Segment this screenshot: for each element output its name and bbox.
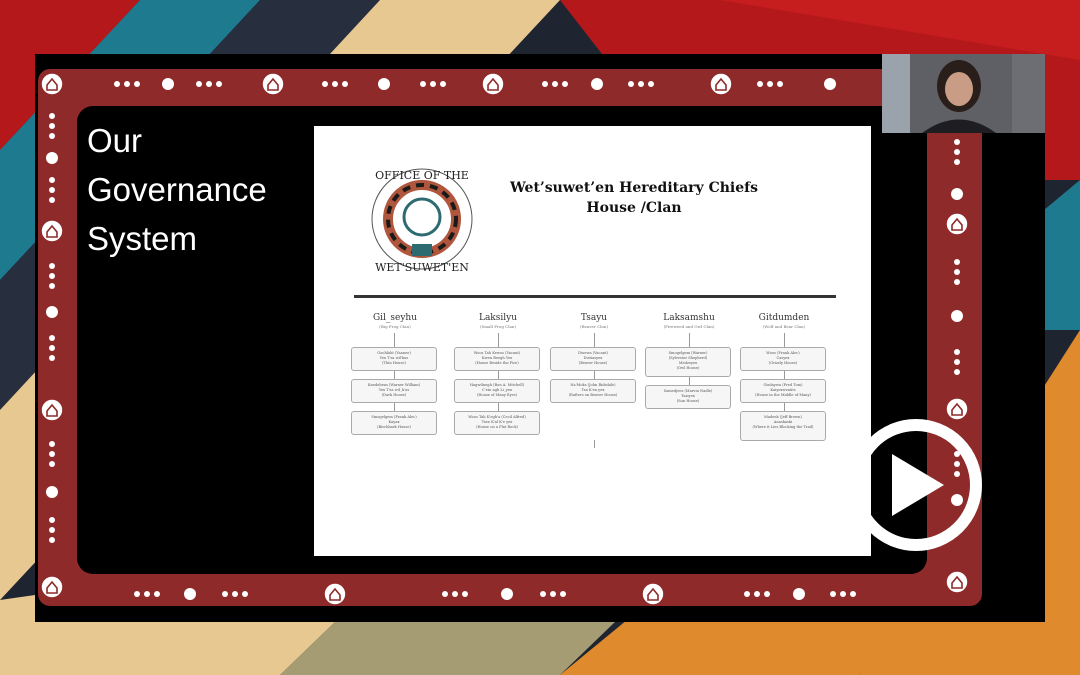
clan-column-gilseyhu: Gil_seyhu (Big Frog Clan)	[351, 313, 439, 329]
clan-name: Tsayu	[580, 313, 608, 323]
clan-name: Gitdumden	[758, 313, 810, 323]
play-button[interactable]	[848, 410, 984, 560]
clan-name: Gil_seyhu	[372, 313, 418, 323]
house-box: Gisdaywa (Fred Tom) Kaiyexweniits (House…	[740, 379, 826, 403]
connector-line	[594, 440, 595, 448]
clan-subtitle: (Small Frog Clan)	[479, 324, 517, 329]
clan-subtitle: (Fireweed and Owl Clan)	[663, 324, 715, 329]
clan-name: Laksilyu	[478, 313, 518, 323]
clan-name: Laksamshu	[663, 313, 715, 323]
house-box: Samedjeez (Marvin Nadle) Tsaiyex (Sun Ho…	[645, 385, 731, 409]
house-box: Na'Moks (John Ridsdale) Tsa K'en yex (Ra…	[550, 379, 636, 403]
clan-subtitle: (Big Frog Clan)	[379, 324, 411, 329]
connector-line	[394, 333, 395, 419]
house-box: Woos Tah Kewos (Vacant) Kwen Beegh Yex (…	[454, 347, 540, 371]
house-box: Woos (Frank Alec) Casyex (Grizzly House)	[740, 347, 826, 371]
speaker-webcam	[882, 54, 1045, 133]
connector-line	[784, 333, 785, 419]
house-box: Goohlaht (Yaanee) Yex T'sa wil'kus (Thin…	[351, 347, 437, 371]
clan-subtitle: (Beaver Clan)	[580, 324, 608, 329]
document-title: Wet’suwet’en Hereditary Chiefs House /Cl…	[509, 180, 759, 216]
clan-column-tsayu: Tsayu (Beaver Clan)	[550, 313, 638, 329]
document-divider	[354, 295, 836, 298]
clan-column-laksamshu: Laksamshu (Fireweed and Owl Clan)	[645, 313, 733, 329]
house-box: Dtsewa (Vacant) Distiasyex (Beaver House…	[550, 347, 636, 371]
house-box: Knedebeas (Warner William) Yex T'sa wil_…	[351, 379, 437, 403]
house-box: Hagwilnegh (Ron A. Mitchell) C'ein agh L…	[454, 379, 540, 403]
clan-subtitle: (Wolf and Bear Clan)	[762, 324, 806, 329]
slide-title: Our Governance System	[87, 122, 267, 257]
clan-column-laksilyu: Laksilyu (Small Frog Clan)	[454, 313, 542, 329]
svg-text:WET'SUWET'EN: WET'SUWET'EN	[375, 261, 469, 274]
connector-line	[498, 333, 499, 419]
house-box: Smogelgem (Warner) (Sylvester Shepherd) …	[645, 347, 731, 377]
svg-text:OFFICE OF THE: OFFICE OF THE	[375, 169, 469, 182]
clan-column-gitdumden: Gitdumden (Wolf and Bear Clan)	[740, 313, 828, 329]
house-box: Madeek (Jeff Brown) Anaskaski (Where it …	[740, 411, 826, 441]
speaker-avatar	[882, 54, 1045, 133]
play-icon	[850, 419, 982, 551]
office-seal-logo: OFFICE OF THE WET'SUWET'EN	[371, 168, 473, 274]
house-box: Smogelgem (Frank Alec) Kayax (Birchbark …	[351, 411, 437, 435]
house-box: Woos Tah K'egh'a (Cecil Alfred) Tsee K'a…	[454, 411, 540, 435]
document-image: OFFICE OF THE WET'SUWET'EN Wet’suwet’en …	[314, 126, 871, 556]
